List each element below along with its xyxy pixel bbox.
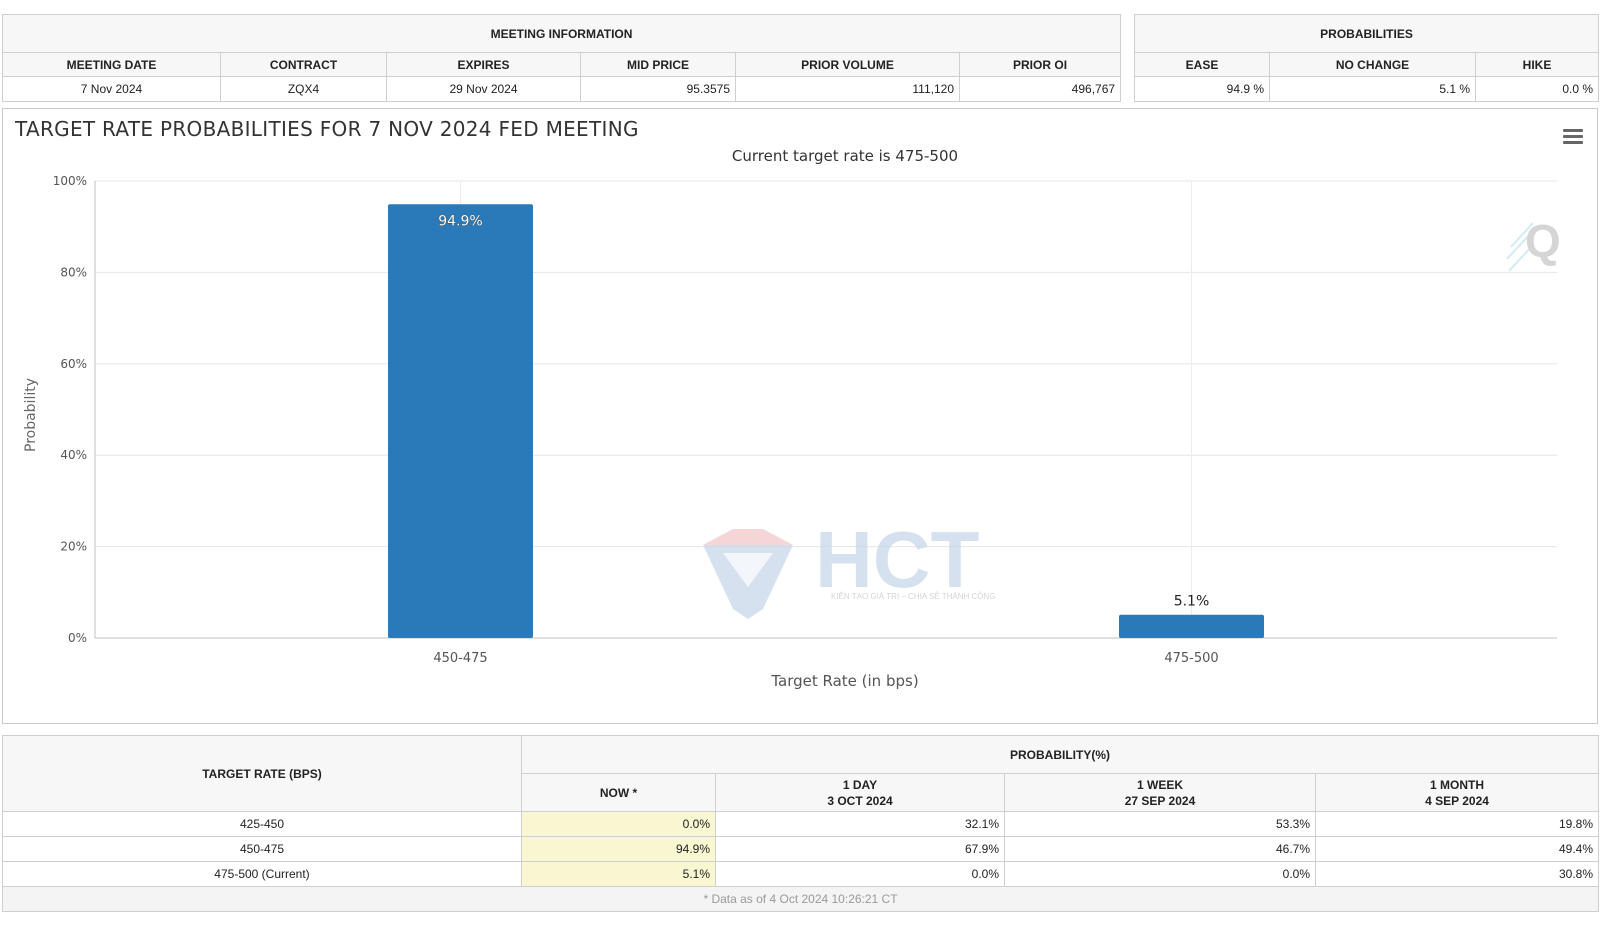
meeting-information-table: MEETING INFORMATION MEETING DATE CONTRAC…: [1, 14, 1122, 102]
one-day-cell: 67.9%: [715, 836, 1005, 862]
one-week-column-header: 1 WEEK 27 SEP 2024: [1004, 773, 1316, 812]
hike-header: HIKE: [1474, 52, 1600, 77]
contract-value: ZQX4: [220, 76, 387, 102]
ease-value: 94.9 %: [1134, 76, 1270, 102]
table-row: 450-475 94.9% 67.9% 46.7% 49.4%: [2, 836, 1599, 862]
one-month-column-header: 1 MONTH 4 SEP 2024: [1315, 773, 1599, 812]
now-cell: 5.1%: [521, 861, 716, 887]
now-column-header: NOW *: [521, 773, 716, 812]
bar-450-475[interactable]: [388, 204, 533, 638]
target-rate-cell: 475-500 (Current): [2, 861, 522, 887]
probability-header: PROBABILITY(%): [521, 735, 1599, 774]
one-day-cell: 0.0%: [715, 861, 1005, 887]
expires-value: 29 Nov 2024: [386, 76, 581, 102]
data-timestamp-footnote: * Data as of 4 Oct 2024 10:26:21 CT: [2, 886, 1599, 912]
now-cell: 94.9%: [521, 836, 716, 862]
hike-value: 0.0 %: [1474, 76, 1600, 102]
no-change-value: 5.1 %: [1269, 76, 1476, 102]
table-row: 425-450 0.0% 32.1% 53.3% 19.8%: [2, 811, 1599, 837]
no-change-header: NO CHANGE: [1269, 52, 1476, 77]
mid-price-header: MID PRICE: [580, 52, 736, 77]
probabilities-table: PROBABILITIES EASE NO CHANGE HIKE 94.9 %…: [1133, 14, 1600, 102]
bar-475-500[interactable]: [1119, 614, 1264, 638]
ease-header: EASE: [1134, 52, 1270, 77]
one-week-cell: 46.7%: [1004, 836, 1316, 862]
prior-oi-header: PRIOR OI: [958, 52, 1122, 77]
meeting-information-title: MEETING INFORMATION: [1, 14, 1122, 53]
axes: 0% 20% 40% 60% 80% 100% 450-475 475-500: [53, 174, 1219, 666]
y-tick-label: 0%: [68, 631, 87, 645]
one-month-cell: 49.4%: [1315, 836, 1599, 862]
probability-history-table: TARGET RATE (BPS) PROBABILITY(%) NOW * 1…: [2, 735, 1599, 912]
expires-header: EXPIRES: [386, 52, 581, 77]
chart-panel: HCT KIẾN TẠO GIÁ TRỊ – CHIA SẺ THÀNH CÔN…: [2, 108, 1598, 724]
x-axis-label: Target Rate (in bps): [770, 672, 918, 690]
prior-oi-value: 496,767: [958, 76, 1122, 102]
meeting-date-header: MEETING DATE: [2, 52, 221, 77]
one-day-cell: 32.1%: [715, 811, 1005, 837]
bar-chart: HCT KIẾN TẠO GIÁ TRỊ – CHIA SẺ THÀNH CÔN…: [23, 147, 1561, 690]
now-cell: 0.0%: [521, 811, 716, 837]
q-logo-icon: Q: [1506, 215, 1561, 272]
svg-text:Q: Q: [1525, 215, 1561, 267]
y-tick-label: 100%: [53, 174, 87, 188]
target-rate-header: TARGET RATE (BPS): [2, 735, 522, 812]
x-tick-label: 450-475: [433, 651, 487, 666]
prior-volume-header: PRIOR VOLUME: [735, 52, 960, 77]
chart-menu-icon[interactable]: [1563, 129, 1583, 145]
watermark-tagline: KIẾN TẠO GIÁ TRỊ – CHIA SẺ THÀNH CÔNG: [831, 591, 995, 601]
one-month-cell: 30.8%: [1315, 861, 1599, 887]
data-label: 5.1%: [1174, 594, 1210, 610]
table-row: 475-500 (Current) 5.1% 0.0% 0.0% 30.8%: [2, 861, 1599, 887]
y-tick-label: 80%: [60, 265, 87, 279]
one-day-column-header: 1 DAY 3 OCT 2024: [715, 773, 1005, 812]
meeting-date-value: 7 Nov 2024: [2, 76, 221, 102]
x-tick-label: 475-500: [1164, 651, 1218, 666]
probabilities-title: PROBABILITIES: [1133, 14, 1600, 53]
y-tick-label: 60%: [60, 357, 87, 371]
one-week-cell: 53.3%: [1004, 811, 1316, 837]
mid-price-value: 95.3575: [580, 76, 736, 102]
chart-title: TARGET RATE PROBABILITIES FOR 7 NOV 2024…: [15, 117, 639, 141]
one-week-cell: 0.0%: [1004, 861, 1316, 887]
watermark-brand-text: HCT: [815, 515, 980, 604]
hct-watermark: HCT KIẾN TẠO GIÁ TRỊ – CHIA SẺ THÀNH CÔN…: [703, 515, 995, 619]
chart-subtitle: Current target rate is 475-500: [732, 147, 958, 165]
one-month-cell: 19.8%: [1315, 811, 1599, 837]
y-tick-label: 20%: [60, 540, 87, 554]
data-label: 94.9%: [438, 213, 482, 229]
prior-volume-value: 111,120: [735, 76, 960, 102]
contract-header: CONTRACT: [220, 52, 387, 77]
target-rate-cell: 425-450: [2, 811, 522, 837]
y-tick-label: 40%: [60, 448, 87, 462]
target-rate-cell: 450-475: [2, 836, 522, 862]
y-axis-label: Probability: [23, 378, 39, 452]
